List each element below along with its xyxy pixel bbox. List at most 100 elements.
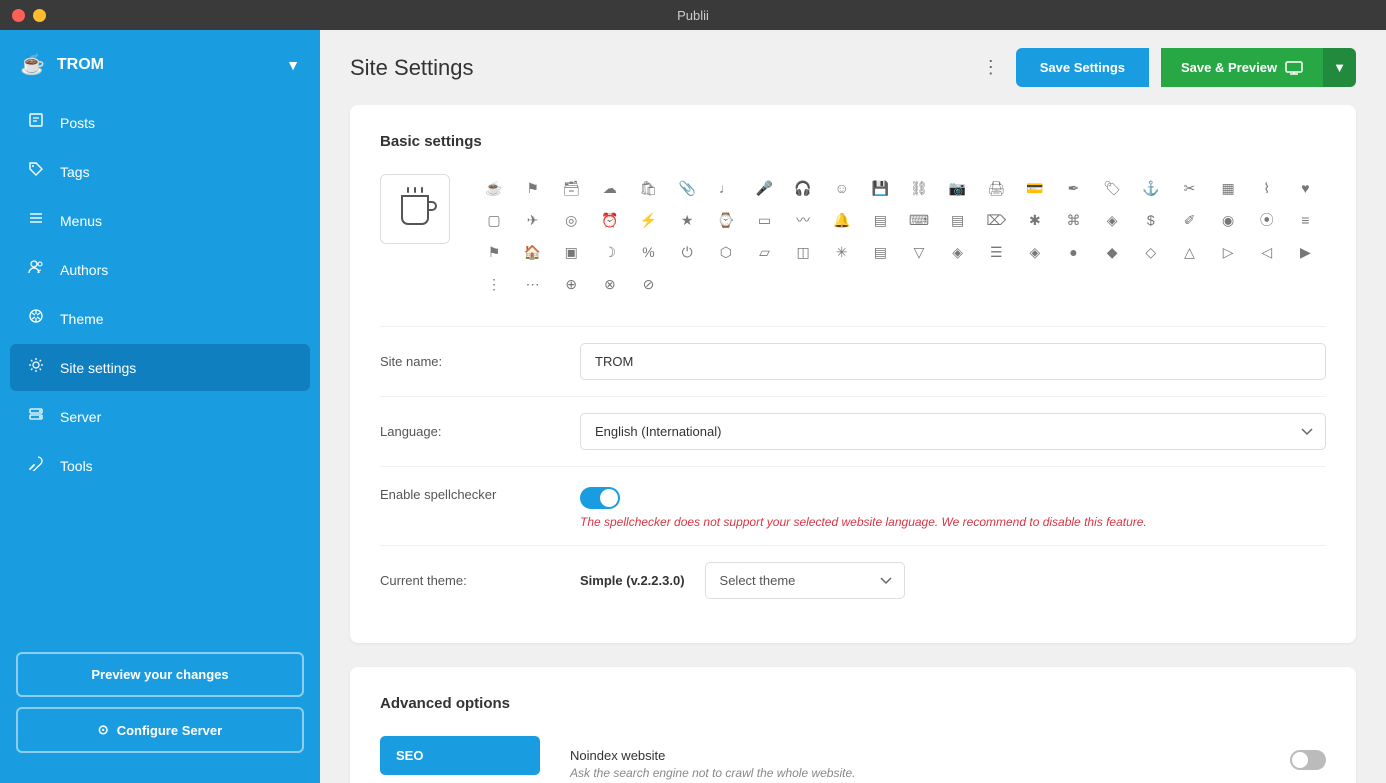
icon-cell-22[interactable]: ▢ (480, 206, 508, 234)
noindex-toggle[interactable] (1290, 750, 1326, 770)
icon-cell-65[interactable]: ▶ (1291, 238, 1319, 266)
icon-cell-67[interactable]: ⋯ (519, 270, 547, 298)
icon-cell-60[interactable]: ◆ (1098, 238, 1126, 266)
language-select[interactable]: English (International) (580, 413, 1326, 450)
icon-cell-20[interactable]: ⌇ (1253, 174, 1281, 202)
icon-cell-58[interactable]: ◈ (1021, 238, 1049, 266)
icon-cell-42[interactable]: ⦿ (1253, 206, 1281, 234)
icon-cell-44[interactable]: ⚑ (480, 238, 508, 266)
sidebar-item-tools[interactable]: Tools (10, 442, 310, 489)
icon-cell-70[interactable]: ⊘ (635, 270, 663, 298)
icon-cell-55[interactable]: ▽ (905, 238, 933, 266)
adv-tab-seo[interactable]: SEO (380, 736, 540, 775)
icon-cell-5[interactable]: 📎 (673, 174, 701, 202)
sidebar-nav: Posts Tags (0, 99, 320, 642)
icon-cell-9[interactable]: ☺ (828, 174, 856, 202)
save-preview-dropdown-button[interactable]: ▼ (1323, 48, 1356, 87)
icon-cell-2[interactable]: 🗃 (557, 174, 585, 202)
icon-cell-31[interactable]: 🔔 (828, 206, 856, 234)
preview-changes-button[interactable]: Preview your changes (16, 652, 304, 697)
sidebar-item-site-settings[interactable]: Site settings (10, 344, 310, 391)
icon-cell-28[interactable]: ⌚ (712, 206, 740, 234)
icon-cell-12[interactable]: 📷 (944, 174, 972, 202)
select-theme-dropdown[interactable]: Select theme (705, 562, 905, 599)
icon-cell-52[interactable]: ◫ (789, 238, 817, 266)
sidebar-item-posts[interactable]: Posts (10, 99, 310, 146)
sidebar-item-tags[interactable]: Tags (10, 148, 310, 195)
icon-cell-64[interactable]: ◁ (1253, 238, 1281, 266)
icon-cell-68[interactable]: ⊕ (557, 270, 585, 298)
spellchecker-toggle[interactable] (580, 487, 620, 509)
icon-cell-40[interactable]: ✐ (1175, 206, 1203, 234)
icon-cell-46[interactable]: ▣ (557, 238, 585, 266)
icon-cell-69[interactable]: ⊗ (596, 270, 624, 298)
icon-cell-56[interactable]: ◈ (944, 238, 972, 266)
sidebar-header: ☕ TROM ▼ (0, 30, 320, 99)
icon-cell-18[interactable]: ✂ (1175, 174, 1203, 202)
sidebar-item-theme[interactable]: Theme (10, 295, 310, 342)
icon-cell-51[interactable]: ▱ (750, 238, 778, 266)
icon-cell-24[interactable]: ◎ (557, 206, 585, 234)
icon-cell-35[interactable]: ⌦ (982, 206, 1010, 234)
icon-cell-48[interactable]: % (635, 238, 663, 266)
icon-cell-33[interactable]: ⌨ (905, 206, 933, 234)
icon-cell-53[interactable]: ✳ (828, 238, 856, 266)
site-name-input[interactable] (580, 343, 1326, 380)
tools-icon (26, 455, 46, 476)
configure-server-button[interactable]: ⊙ Configure Server (16, 707, 304, 753)
icon-cell-50[interactable]: ⬡ (712, 238, 740, 266)
icon-cell-7[interactable]: 🎤 (750, 174, 778, 202)
icon-cell-10[interactable]: 💾 (866, 174, 894, 202)
icon-cell-17[interactable]: ⚓ (1137, 174, 1165, 202)
icon-cell-1[interactable]: ⚑ (519, 174, 547, 202)
icon-cell-23[interactable]: ✈ (519, 206, 547, 234)
icon-cell-36[interactable]: ✱ (1021, 206, 1049, 234)
current-icon-display[interactable] (380, 174, 450, 244)
icon-cell-13[interactable]: 🖨 (982, 174, 1010, 202)
icon-cell-37[interactable]: ⌘ (1060, 206, 1088, 234)
icon-cell-30[interactable]: 〰 (789, 206, 817, 234)
icon-cell-11[interactable]: ⛓ (905, 174, 933, 202)
icon-cell-45[interactable]: 🏠 (519, 238, 547, 266)
icon-cell-21[interactable]: ♥ (1291, 174, 1319, 202)
icon-cell-66[interactable]: ⋮ (480, 270, 508, 298)
icon-cell-63[interactable]: ▷ (1214, 238, 1242, 266)
icon-cell-47[interactable]: ☽ (596, 238, 624, 266)
icon-cell-29[interactable]: ▭ (750, 206, 778, 234)
icon-cell-38[interactable]: ◈ (1098, 206, 1126, 234)
icon-cell-8[interactable]: 🎧 (789, 174, 817, 202)
icon-cell-43[interactable]: ≡ (1291, 206, 1319, 234)
icon-cell-62[interactable]: △ (1175, 238, 1203, 266)
icon-cell-32[interactable]: ▤ (866, 206, 894, 234)
icon-cell-27[interactable]: ★ (673, 206, 701, 234)
icon-cell-0[interactable]: ☕ (480, 174, 508, 202)
save-settings-button[interactable]: Save Settings (1016, 48, 1149, 87)
icon-cell-41[interactable]: ◉ (1214, 206, 1242, 234)
icon-cell-39[interactable]: $ (1137, 206, 1165, 234)
icon-cell-16[interactable]: 🏷 (1098, 174, 1126, 202)
close-btn[interactable] (12, 9, 25, 22)
icon-cell-59[interactable]: ● (1060, 238, 1088, 266)
icon-cell-6[interactable]: ♩ (712, 174, 740, 202)
icon-cell-57[interactable]: ☰ (982, 238, 1010, 266)
spellchecker-label: Enable spellchecker (380, 487, 580, 502)
icon-cell-4[interactable]: 🛍 (635, 174, 663, 202)
icon-cell-54[interactable]: ▤ (866, 238, 894, 266)
icon-cell-25[interactable]: ⏰ (596, 206, 624, 234)
sidebar-item-authors[interactable]: Authors (10, 246, 310, 293)
icon-cell-49[interactable]: ⏻ (673, 238, 701, 266)
icon-cell-3[interactable]: ☁ (596, 174, 624, 202)
icon-cell-61[interactable]: ◇ (1137, 238, 1165, 266)
icon-cell-15[interactable]: ✒ (1060, 174, 1088, 202)
icon-cell-14[interactable]: 💳 (1021, 174, 1049, 202)
sidebar-dropdown-icon[interactable]: ▼ (286, 57, 300, 73)
page-title: Site Settings (350, 55, 474, 81)
icon-cell-34[interactable]: ▤ (944, 206, 972, 234)
more-menu-button[interactable]: ⋮ (978, 53, 1004, 82)
minimize-btn[interactable] (33, 9, 46, 22)
icon-cell-19[interactable]: ▦ (1214, 174, 1242, 202)
icon-cell-26[interactable]: ⚡ (635, 206, 663, 234)
save-preview-button[interactable]: Save & Preview (1161, 48, 1323, 87)
sidebar-item-server[interactable]: Server (10, 393, 310, 440)
sidebar-item-menus[interactable]: Menus (10, 197, 310, 244)
